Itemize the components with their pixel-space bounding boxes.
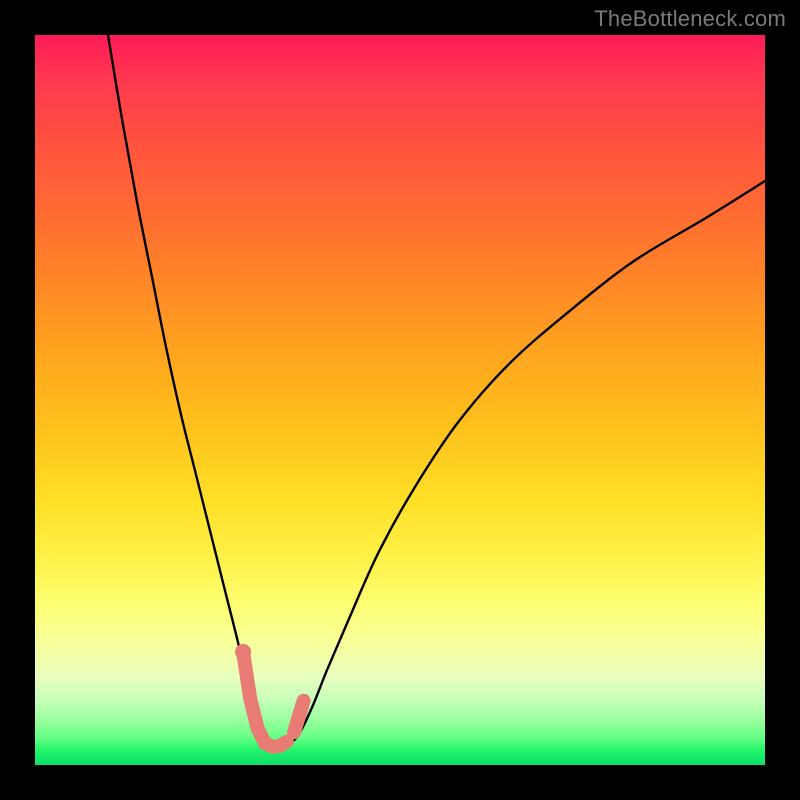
highlight-segment-left [243,652,265,743]
plot-area [35,35,765,765]
highlight-dot [235,644,251,660]
highlight-segment-right [294,701,303,732]
highlight-segment-bottom [265,742,287,747]
bottleneck-curve [108,35,765,748]
curve-svg [35,35,765,765]
watermark-label: TheBottleneck.com [594,6,786,32]
chart-frame: TheBottleneck.com [0,0,800,800]
